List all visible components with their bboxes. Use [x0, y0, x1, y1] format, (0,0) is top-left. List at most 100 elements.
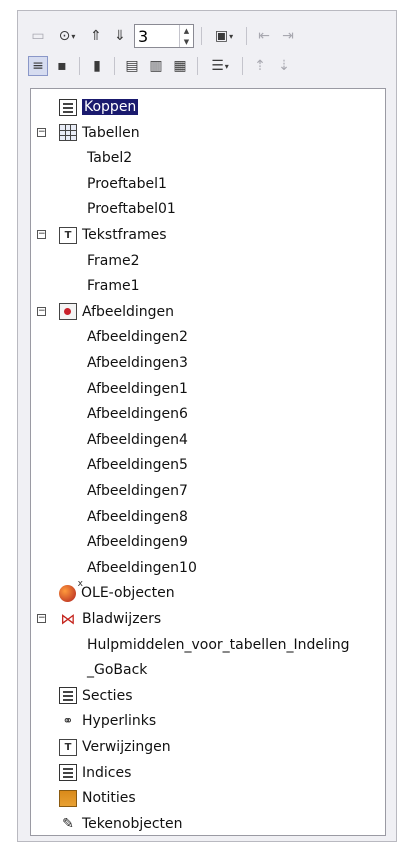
tree-category[interactable]: − Tabellen [37, 121, 140, 145]
tree-item-label: Proeftabel01 [87, 201, 176, 218]
spin-down-icon[interactable]: ▼ [184, 38, 189, 46]
demote-level-button[interactable]: ⇥ [278, 26, 298, 46]
tree-item[interactable]: Afbeeldingen3 [87, 351, 188, 375]
tree-category[interactable]: T Verwijzingen [59, 735, 171, 759]
heading-level-spinbox[interactable]: ▲▼ [134, 24, 194, 48]
header-button[interactable]: ▮ [87, 56, 107, 76]
documents-icon: ▦ [173, 58, 187, 74]
tree-item-label: Frame1 [87, 278, 140, 295]
navigation-icon: ⊙ [58, 28, 71, 44]
tree-item[interactable]: Afbeeldingen5 [87, 453, 188, 477]
tree-category[interactable]: ✎ Tekenobjecten [59, 812, 183, 836]
demote-chapter-button[interactable]: ⇓ [110, 26, 130, 46]
anchor-button[interactable]: ▥ [146, 56, 166, 76]
collapse-icon[interactable]: − [37, 614, 46, 623]
spin-up-icon[interactable]: ▲ [184, 27, 189, 35]
drag-mode-button[interactable]: ▣ ▾ [209, 26, 239, 46]
tree-item[interactable]: Afbeeldingen8 [87, 505, 188, 529]
collapse-icon[interactable]: − [37, 306, 46, 316]
tree-item[interactable]: Afbeeldingen2 [87, 325, 188, 349]
comment-icon [59, 789, 77, 807]
demote-chapter-icon: ⇓ [114, 28, 126, 44]
table-icon [59, 124, 77, 142]
tree-item-label: OLE-objecten [81, 585, 175, 602]
navigator-toolbar: ▭⊙▾⇑⇓▲▼▣▾⇤⇥ ≡▪▮▤▥▦☰▾⇡⇣ [18, 11, 396, 85]
tree-category[interactable]: OLE-objecten [59, 579, 175, 605]
demote-level-icon: ⇥ [282, 28, 294, 44]
tree-item[interactable]: Proeftabel1 [87, 172, 167, 196]
move-down-icon: ⇣ [278, 58, 290, 74]
tree-item-label: Afbeeldingen [82, 303, 175, 320]
tree-item-label: Tekenobjecten [82, 815, 183, 832]
promote-level-button[interactable]: ⇤ [254, 26, 274, 46]
tree-category[interactable]: − ⋈ Bladwijzers [37, 607, 162, 631]
toolbar-separator [79, 57, 80, 75]
toggle-button[interactable]: ▭ [28, 26, 48, 46]
list-box-icon: ☰ [211, 58, 224, 74]
collapse-icon[interactable]: − [37, 230, 46, 239]
tree-item[interactable]: Afbeeldingen9 [87, 530, 188, 554]
tree-item[interactable]: Afbeeldingen10 [87, 556, 197, 580]
dropdown-arrow-icon[interactable]: ▾ [229, 32, 233, 41]
tree-item[interactable]: Afbeeldingen7 [87, 479, 188, 503]
tree-item-label: Afbeeldingen1 [87, 380, 188, 397]
move-up-button[interactable]: ⇡ [250, 56, 270, 76]
toolbar-separator [114, 57, 115, 75]
tree-item[interactable]: Hulpmiddelen_voor_tabellen_Indeling [87, 633, 350, 657]
tree-category[interactable]: Indices [59, 761, 131, 785]
toggle-icon: ▭ [31, 28, 45, 44]
toolbar-separator [246, 27, 247, 45]
tree-item-label: Afbeeldingen3 [87, 355, 188, 371]
tree-category[interactable]: − T Tekstframes [37, 223, 167, 247]
document-icon [59, 98, 77, 116]
tree-item[interactable]: Frame1 [87, 274, 140, 298]
heading-level-input[interactable] [135, 26, 179, 46]
tree-item-label: Tabellen [82, 124, 140, 141]
tree-item-label: Koppen [82, 99, 139, 115]
footer-button[interactable]: ▤ [122, 56, 142, 76]
toolbar-separator [242, 57, 243, 75]
tree-item[interactable]: Frame2 [87, 249, 140, 273]
spin-arrows[interactable]: ▲ ▼ [179, 25, 193, 47]
list-box-button[interactable]: ☰ ▾ [205, 56, 235, 76]
dropdown-arrow-icon[interactable]: ▾ [71, 32, 75, 41]
tree-item-label: Tekstframes [82, 227, 167, 243]
dropdown-arrow-icon[interactable]: ▾ [225, 62, 229, 71]
tree-category[interactable]: − Afbeeldingen [37, 300, 175, 324]
tree-item[interactable]: Afbeeldingen6 [87, 402, 188, 426]
tree-item-label: Afbeeldingen7 [87, 483, 188, 499]
promote-chapter-icon: ⇑ [90, 28, 102, 44]
bookmark-icon: ⋈ [60, 610, 76, 628]
document-icon [59, 687, 77, 705]
tree-item-label: Bladwijzers [82, 611, 162, 627]
tree-category[interactable]: Koppen [59, 95, 139, 119]
tree-item-label: Secties [82, 687, 133, 704]
tree-item[interactable]: _GoBack [87, 658, 147, 682]
tree-category[interactable]: Secties [59, 684, 132, 708]
tree-item[interactable]: Tabel2 [87, 146, 132, 170]
tree-item[interactable]: Proeftabel01 [87, 197, 176, 221]
promote-level-icon: ⇤ [258, 28, 270, 44]
documents-button[interactable]: ▦ [170, 56, 190, 76]
drag-mode-icon: ▣ [214, 28, 229, 44]
hyperlink-icon: ⚭ [62, 713, 74, 729]
set-reminder-button[interactable]: ▪ [52, 56, 72, 76]
tree-item[interactable]: Afbeeldingen4 [87, 428, 188, 452]
toolbar-row-2: ≡ ▪ ▮ ▤ ▥ ▦ ☰ ▾ ⇡ ⇣ [28, 53, 294, 79]
tree-item[interactable]: Afbeeldingen1 [87, 377, 188, 401]
image-icon [59, 303, 77, 321]
navigation-button[interactable]: ⊙ ▾ [52, 26, 82, 46]
collapse-icon[interactable]: − [37, 127, 46, 137]
tree-item-label: Verwijzingen [82, 739, 171, 755]
move-down-button[interactable]: ⇣ [274, 56, 294, 76]
tree-item-label: Afbeeldingen6 [87, 406, 188, 423]
tree-item-label: Hyperlinks [82, 713, 157, 730]
content-view-button[interactable]: ≡ [28, 56, 48, 76]
drawing-object-icon: ✎ [62, 815, 74, 832]
tree-item-label: Afbeeldingen10 [87, 559, 197, 576]
content-tree[interactable]: Koppen − Tabellen Tabel2 Proeftabel1 Proeftab… [30, 88, 386, 836]
tree-category[interactable]: Notities [59, 786, 136, 810]
promote-chapter-button[interactable]: ⇑ [86, 26, 106, 46]
tree-item-label: Proeftabel1 [87, 175, 167, 192]
tree-category[interactable]: ⚭ Hyperlinks [59, 709, 157, 733]
